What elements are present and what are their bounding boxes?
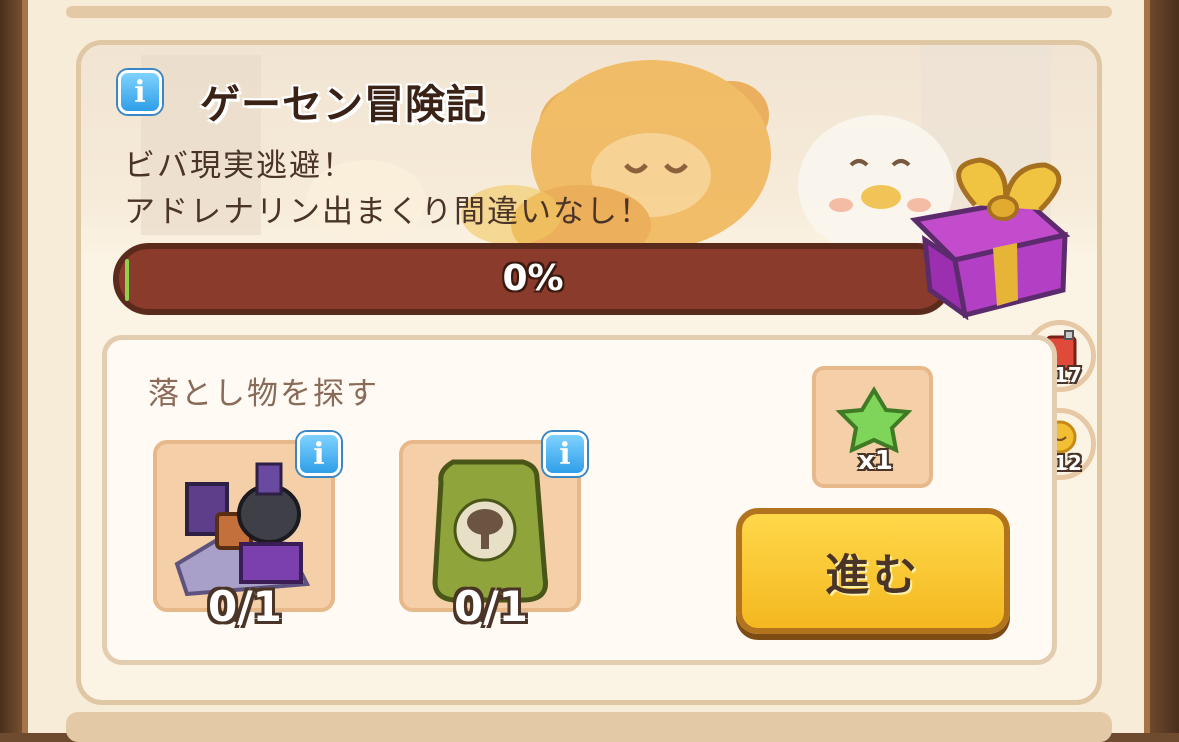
- event-description-line2: アドレナリン出まくり間違いなし！: [124, 194, 652, 230]
- next-card-edge: [66, 712, 1112, 742]
- reward-count: x1: [858, 446, 893, 476]
- green-sack-count: 0/1: [454, 582, 528, 631]
- lost-items-info-icon[interactable]: i: [297, 432, 341, 476]
- green-sack-info-icon[interactable]: i: [543, 432, 587, 476]
- top-divider: [66, 6, 1112, 18]
- left-frame: [0, 0, 24, 733]
- task-title: 落とし物を探す: [148, 376, 379, 412]
- progress-label: 0%: [502, 258, 564, 299]
- event-title: ゲーセン冒険記: [200, 82, 487, 128]
- lost-items-count: 0/1: [208, 582, 282, 631]
- gift-box-icon[interactable]: [905, 140, 1075, 320]
- event-description-line1: ビバ現実逃避！: [124, 148, 355, 184]
- event-progress-bar: 0%: [113, 243, 953, 315]
- info-icon[interactable]: i: [118, 70, 162, 114]
- go-button[interactable]: 進む: [736, 508, 1010, 634]
- reward-slot[interactable]: x1: [812, 366, 933, 488]
